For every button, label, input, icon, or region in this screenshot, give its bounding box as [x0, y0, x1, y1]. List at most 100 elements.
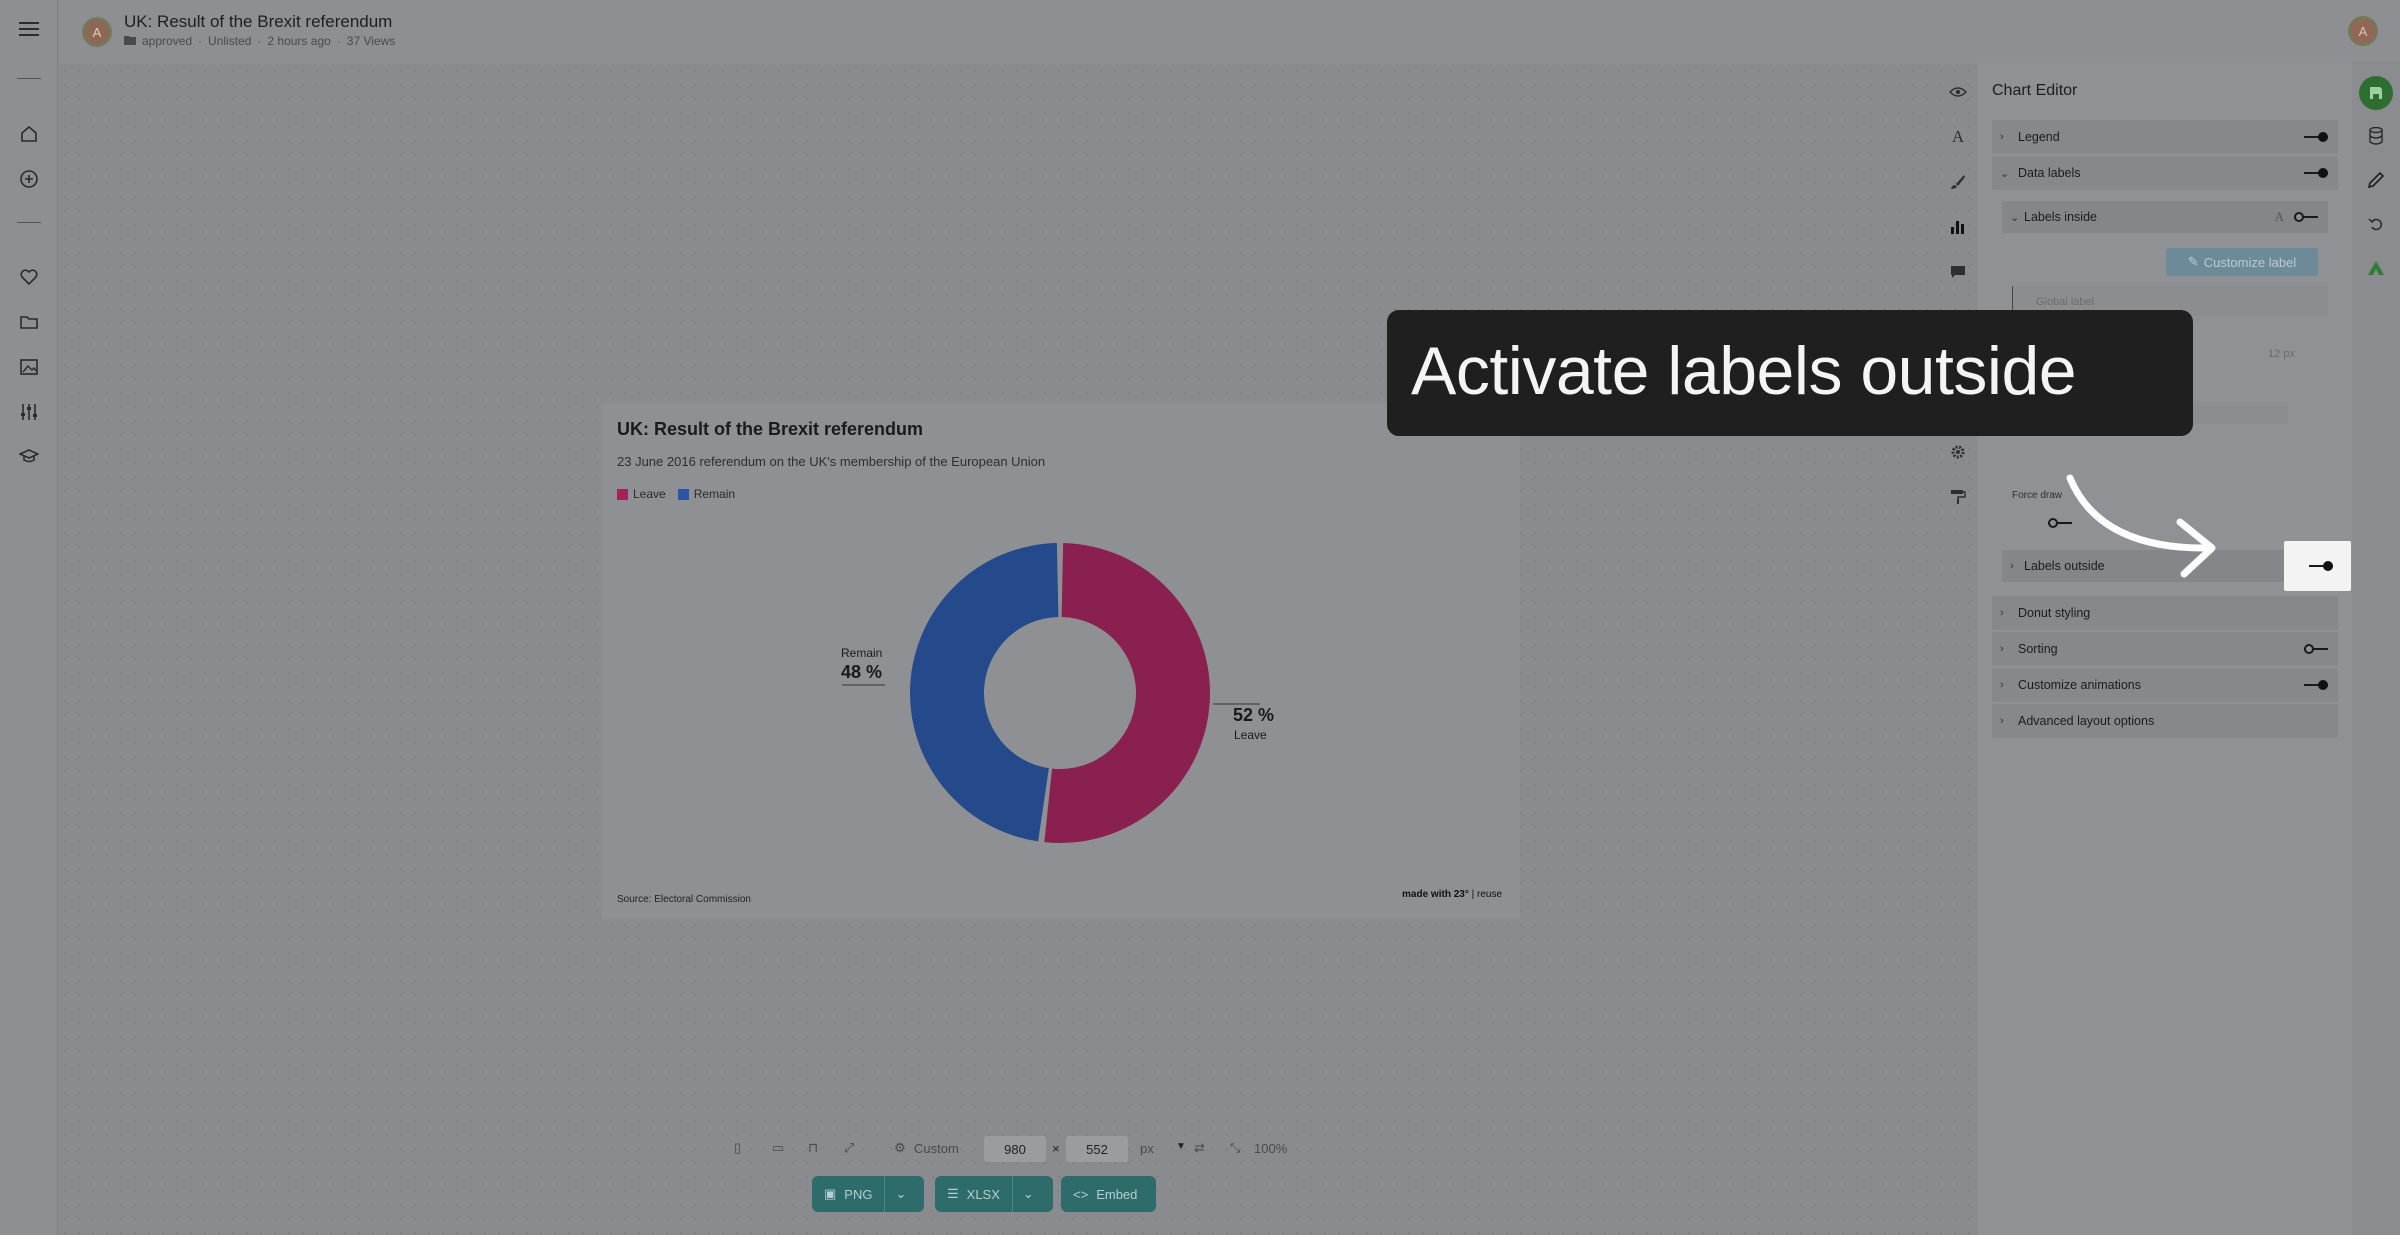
sliders-icon[interactable]: [17, 400, 41, 424]
chevron-down-icon[interactable]: ⌄: [884, 1176, 906, 1212]
label-value-leave: 52 %: [1233, 705, 1274, 725]
section-sorting[interactable]: › Sorting: [1992, 632, 2338, 666]
embed-button[interactable]: <> Embed: [1061, 1176, 1156, 1212]
section-label: Legend: [2018, 130, 2060, 144]
chart-canvas: UK: Result of the Brexit referendum 23 J…: [58, 64, 1978, 1235]
link-icon[interactable]: ⇄: [1194, 1140, 1205, 1156]
chevron-right-icon: ›: [2010, 560, 2014, 572]
customize-label-button[interactable]: ✎ Customize label: [2166, 248, 2318, 276]
nav-divider: [17, 78, 41, 79]
chevron-down-icon[interactable]: ⌄: [1011, 1176, 1034, 1212]
labels-outside-toggle[interactable]: [2309, 561, 2333, 571]
unit-select[interactable]: px: [1140, 1141, 1154, 1156]
brand-logo-icon[interactable]: [2362, 254, 2390, 282]
animations-toggle[interactable]: [2304, 680, 2328, 690]
section-label: Customize animations: [2018, 678, 2141, 692]
section-donut-styling[interactable]: › Donut styling: [1992, 596, 2338, 630]
heart-icon[interactable]: [17, 265, 41, 289]
code-icon: <>: [1073, 1186, 1089, 1202]
label-category-leave: Leave: [1234, 728, 1267, 742]
export-xlsx-button[interactable]: ☰ XLSX ⌄: [935, 1176, 1053, 1212]
image-icon[interactable]: [17, 355, 41, 379]
button-label: XLSX: [966, 1186, 1000, 1202]
status-label[interactable]: approved: [142, 34, 192, 48]
chart-preview[interactable]: UK: Result of the Brexit referendum 23 J…: [602, 403, 1520, 919]
separator: ·: [198, 34, 203, 48]
data-labels-toggle[interactable]: [2304, 168, 2328, 178]
tablet-icon[interactable]: ▭: [772, 1140, 784, 1156]
eye-icon[interactable]: [1946, 80, 1970, 104]
width-input[interactable]: 980: [984, 1136, 1046, 1162]
force-draw-label: Force draw: [2012, 490, 2063, 501]
chevron-down-icon[interactable]: ▼: [1176, 1141, 1186, 1152]
graduation-cap-icon[interactable]: [17, 444, 41, 468]
undo-icon[interactable]: [2362, 210, 2390, 238]
chart-credit: made with 23° | reuse: [1402, 889, 1502, 900]
nav-divider: [17, 222, 41, 223]
chevron-right-icon: ›: [2000, 715, 2004, 727]
chevron-down-icon: ⌄: [2010, 211, 2020, 224]
times-sign: ×: [1052, 1141, 1060, 1156]
section-labels-inside[interactable]: ⌄ Labels inside A: [2002, 201, 2328, 233]
height-input[interactable]: 552: [1066, 1136, 1128, 1162]
section-advanced-layout[interactable]: › Advanced layout options: [1992, 704, 2338, 738]
global-label-text: Global label: [2036, 296, 2095, 308]
chart-editor-panel: Chart Editor › Legend ⌄ Data labels ⌄ La…: [1978, 62, 2352, 1235]
credit-separator: |: [1468, 889, 1477, 900]
section-label: Advanced layout options: [2018, 714, 2155, 728]
save-icon[interactable]: [2359, 76, 2393, 110]
labels-inside-toggle[interactable]: [2294, 212, 2318, 222]
text-icon[interactable]: A: [1946, 125, 1970, 149]
edit-icon[interactable]: [2362, 166, 2390, 194]
zoom-icon[interactable]: ⤡: [1230, 1140, 1240, 1156]
section-legend[interactable]: › Legend: [1992, 120, 2338, 154]
section-customize-animations[interactable]: › Customize animations: [1992, 668, 2338, 702]
project-avatar[interactable]: A: [82, 17, 112, 47]
donut-chart: Remain 48 % 52 % Leave: [841, 543, 1274, 843]
add-icon[interactable]: [17, 167, 41, 191]
chevron-right-icon: ›: [2000, 679, 2004, 691]
mobile-icon[interactable]: ▯: [734, 1140, 741, 1156]
menu-icon[interactable]: [17, 17, 41, 41]
database-icon: ☰: [947, 1186, 959, 1201]
zoom-level[interactable]: 100%: [1254, 1141, 1287, 1156]
text-style-icon[interactable]: A: [2275, 209, 2284, 225]
bar-chart-icon[interactable]: [1946, 215, 1970, 239]
updated-label: 2 hours ago: [267, 34, 331, 48]
laptop-icon[interactable]: ⊓: [808, 1140, 818, 1156]
label-value-remain: 48 %: [841, 662, 882, 682]
button-label: PNG: [844, 1186, 873, 1202]
top-header: A UK: Result of the Brexit referendum ap…: [58, 0, 2400, 64]
page-title: UK: Result of the Brexit referendum: [124, 12, 393, 31]
bottom-toolbar: ▯ ▭ ⊓ ⤢ ⚙ Custom 980 × 552 px ▼ ⇄ ⤡ 100%: [730, 1134, 1290, 1164]
home-icon[interactable]: [17, 122, 41, 146]
section-label: Sorting: [2018, 642, 2058, 656]
section-label: Donut styling: [2018, 606, 2091, 620]
user-avatar[interactable]: A: [2348, 16, 2378, 46]
preset-select[interactable]: Custom: [914, 1141, 959, 1156]
donut-slice-remain[interactable]: [910, 543, 1059, 842]
folder-icon[interactable]: [17, 310, 41, 334]
labels-outside-toggle-highlight: [2284, 541, 2351, 591]
legend-toggle[interactable]: [2304, 132, 2328, 142]
chevron-right-icon: ›: [2000, 643, 2004, 655]
donut-slice-leave[interactable]: [1044, 543, 1211, 843]
reuse-link[interactable]: reuse: [1477, 889, 1502, 900]
section-data-labels[interactable]: ⌄ Data labels: [1992, 156, 2338, 190]
pointer-arrow-icon: [2066, 474, 2216, 578]
paint-roller-icon[interactable]: [1946, 485, 1970, 509]
brush-icon[interactable]: [1946, 170, 1970, 194]
section-label: Labels inside: [2024, 210, 2097, 224]
fullscreen-icon[interactable]: ⤢: [844, 1140, 854, 1156]
sorting-toggle[interactable]: [2304, 644, 2328, 654]
gear-icon: ⚙: [894, 1140, 906, 1155]
export-png-button[interactable]: ▣ PNG ⌄: [812, 1176, 924, 1212]
credit-text[interactable]: made with 23°: [1402, 889, 1469, 900]
instruction-tooltip: Activate labels outside: [1387, 310, 2193, 436]
comment-icon[interactable]: [1946, 260, 1970, 284]
gear-icon[interactable]: [1946, 440, 1970, 464]
instruction-text: Activate labels outside: [1411, 333, 2077, 409]
database-icon[interactable]: [2362, 122, 2390, 150]
chart-meta: approved · Unlisted · 2 hours ago · 37 V…: [124, 34, 395, 48]
font-size-value[interactable]: 12 px: [2268, 348, 2295, 360]
